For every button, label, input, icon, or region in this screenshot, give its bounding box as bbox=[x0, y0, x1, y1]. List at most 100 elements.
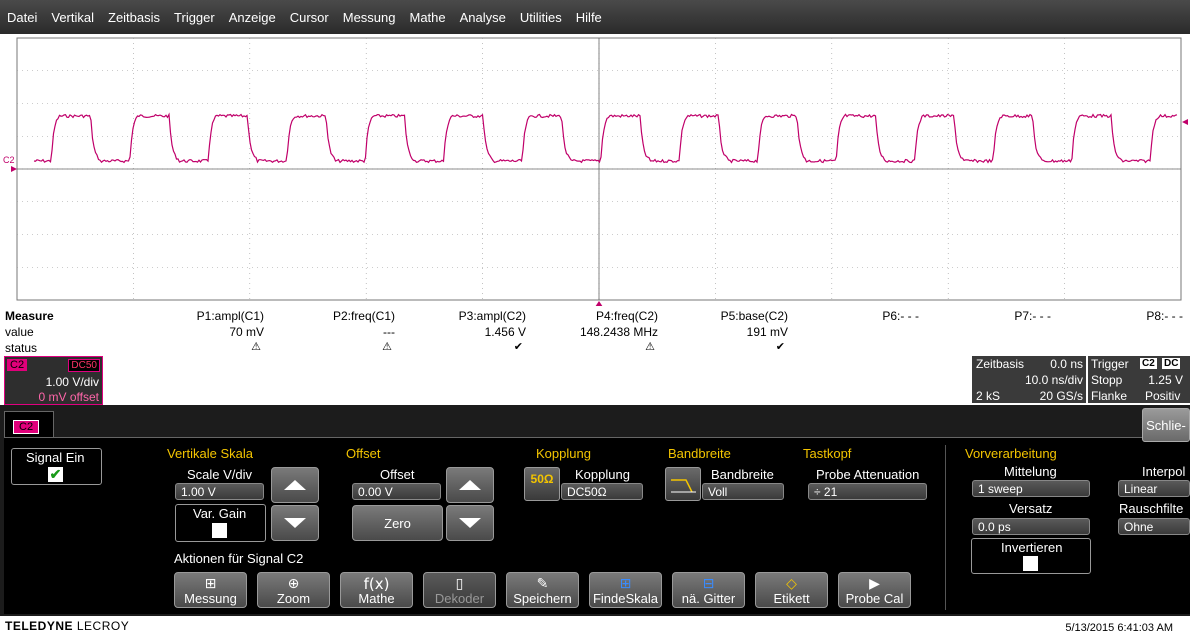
channel-c2-descriptor[interactable]: C2 DC50 1.00 V/div 0 mV offset bbox=[4, 356, 103, 405]
trigger-source: C2 bbox=[1140, 358, 1157, 369]
measure-label: Messung bbox=[184, 591, 237, 606]
arrow-up-icon bbox=[459, 480, 481, 490]
arrow-up-icon bbox=[284, 480, 306, 490]
menu-utilities[interactable]: Utilities bbox=[513, 10, 569, 25]
menu-zeitbasis[interactable]: Zeitbasis bbox=[101, 10, 167, 25]
section-divider bbox=[945, 445, 946, 610]
param-2-value: --- bbox=[383, 325, 395, 339]
zoom-button[interactable]: ⊕ Zoom bbox=[257, 572, 330, 608]
label-button[interactable]: ◇ Etikett bbox=[755, 572, 828, 608]
actions-title: Aktionen für Signal C2 bbox=[174, 551, 304, 566]
menu-analyse[interactable]: Analyse bbox=[453, 10, 513, 25]
var-gain-checkbox[interactable] bbox=[212, 523, 227, 538]
check-icon: ✔ bbox=[49, 466, 62, 482]
menu-mathe[interactable]: Mathe bbox=[402, 10, 452, 25]
offset-up-button[interactable] bbox=[446, 467, 494, 503]
save-button[interactable]: ✎ Speichern bbox=[506, 572, 579, 608]
waveform-grid[interactable] bbox=[0, 34, 1190, 306]
param-5-label[interactable]: P5:base(C2) bbox=[721, 309, 788, 323]
offset-input[interactable]: 0.00 V bbox=[352, 483, 441, 500]
menu-anzeige[interactable]: Anzeige bbox=[222, 10, 283, 25]
offset-down-button[interactable] bbox=[446, 505, 494, 541]
measure-button[interactable]: ⊞ Messung bbox=[174, 572, 247, 608]
scale-input[interactable]: 1.00 V bbox=[175, 483, 264, 500]
label-label: Etikett bbox=[773, 591, 810, 606]
trigger-descriptor[interactable]: Trigger C2 DC Stopp 1.25 V Flanke Positi… bbox=[1088, 356, 1190, 403]
brand-logo: TELEDYNE LECROY bbox=[5, 619, 129, 633]
averaging-label: Mittelung bbox=[1004, 464, 1057, 479]
signal-on-group[interactable]: Signal Ein ✔ bbox=[11, 448, 102, 485]
invert-checkbox[interactable] bbox=[1023, 556, 1038, 571]
trigger-level: 1.25 V bbox=[1148, 373, 1183, 387]
zoom-label: Zoom bbox=[276, 591, 311, 606]
timebase-rate: 20 GS/s bbox=[1039, 389, 1083, 403]
bandwidth-filter-icon[interactable] bbox=[665, 467, 701, 501]
param-1-label[interactable]: P1:ampl(C1) bbox=[197, 309, 264, 323]
menu-datei[interactable]: Datei bbox=[0, 10, 44, 25]
tab-c2[interactable]: C2 bbox=[4, 411, 54, 440]
decoder-label: Dekoder bbox=[434, 591, 485, 606]
coupling-select[interactable]: DC50Ω bbox=[561, 483, 643, 500]
zero-button[interactable]: Zero bbox=[352, 505, 443, 541]
menu-trigger[interactable]: Trigger bbox=[167, 10, 222, 25]
arrow-down-icon bbox=[459, 518, 481, 528]
param-8-label[interactable]: P8:- - - bbox=[1146, 309, 1183, 323]
channel-marker-label: C2 bbox=[3, 155, 15, 165]
menu-vertikal[interactable]: Vertikal bbox=[44, 10, 101, 25]
noise-filter-label: Rauschfilte bbox=[1119, 501, 1184, 516]
timebase-delay: 0.0 ns bbox=[1050, 357, 1083, 371]
autoscale-button[interactable]: ⊞ FindeSkala bbox=[589, 572, 662, 608]
check-icon: ✔ bbox=[513, 341, 523, 353]
interpolation-label: Interpol bbox=[1142, 464, 1186, 479]
bandwidth-label: Bandbreite bbox=[711, 467, 774, 482]
brand-name: TELEDYNE bbox=[5, 619, 74, 633]
menu-messung[interactable]: Messung bbox=[336, 10, 403, 25]
menu-hilfe[interactable]: Hilfe bbox=[569, 10, 609, 25]
value-label: value bbox=[5, 325, 34, 339]
coupling-badge: DC50 bbox=[68, 359, 100, 372]
close-button[interactable]: Schlie- bbox=[1142, 408, 1190, 442]
param-6-label[interactable]: P6:- - - bbox=[882, 309, 919, 323]
timebase-descriptor[interactable]: Zeitbasis 0.0 ns 10.0 ns/div 2 kS 20 GS/… bbox=[972, 356, 1086, 403]
probe-title: Tastkopf bbox=[803, 446, 852, 461]
offset-value: 0 mV offset bbox=[38, 390, 99, 404]
averaging-select[interactable]: 1 sweep bbox=[972, 480, 1090, 497]
channel-tag: C2 bbox=[7, 359, 28, 371]
signal-on-label: Signal Ein bbox=[26, 450, 85, 465]
param-3-label[interactable]: P3:ampl(C2) bbox=[459, 309, 526, 323]
trigger-level-marker-icon bbox=[1182, 119, 1188, 125]
param-4-label[interactable]: P4:freq(C2) bbox=[596, 309, 658, 323]
math-button[interactable]: f(x) Mathe bbox=[340, 572, 413, 608]
scale-down-button[interactable] bbox=[271, 505, 319, 541]
var-gain-group[interactable]: Var. Gain bbox=[175, 504, 266, 542]
next-grid-button[interactable]: ⊟ nä. Gitter bbox=[672, 572, 745, 608]
coupling-icon[interactable]: 50Ω bbox=[524, 467, 560, 501]
skew-input[interactable]: 0.0 ps bbox=[972, 518, 1090, 535]
scale-up-button[interactable] bbox=[271, 467, 319, 503]
trigger-title: Trigger bbox=[1091, 357, 1129, 371]
signal-on-checkbox[interactable]: ✔ bbox=[48, 466, 63, 482]
status-label: status bbox=[5, 341, 38, 355]
param-7-label[interactable]: P7:- - - bbox=[1014, 309, 1051, 323]
arrow-down-icon bbox=[284, 518, 306, 528]
menu-cursor[interactable]: Cursor bbox=[283, 10, 336, 25]
bandwidth-select[interactable]: Voll bbox=[702, 483, 784, 500]
interpolation-select[interactable]: Linear bbox=[1118, 480, 1190, 497]
timebase-samples: 2 kS bbox=[976, 389, 1001, 403]
status-warn-icon: ⚠ bbox=[251, 341, 261, 353]
invert-group[interactable]: Invertieren bbox=[971, 538, 1091, 574]
param-2-label[interactable]: P2:freq(C1) bbox=[333, 309, 395, 323]
probe-label: Probe Attenuation bbox=[816, 467, 920, 482]
measure-table: Measure value status P1:ampl(C1) 70 mV ⚠ P2… bbox=[0, 306, 1190, 356]
decoder-button[interactable]: ▯ Dekoder bbox=[423, 572, 496, 608]
timebase-title: Zeitbasis bbox=[976, 357, 1025, 371]
waveform-display[interactable]: C2 bbox=[0, 34, 1190, 306]
scale-label: Scale V/div bbox=[187, 467, 253, 482]
math-label: Mathe bbox=[358, 591, 395, 606]
check-icon: ✔ bbox=[775, 341, 785, 353]
noise-filter-select[interactable]: Ohne bbox=[1118, 518, 1190, 535]
probe-cal-button[interactable]: ▶ Probe Cal bbox=[838, 572, 911, 608]
probe-attenuation-input[interactable]: ÷ 21 bbox=[808, 483, 927, 500]
coupling-label: Kopplung bbox=[575, 467, 630, 482]
param-4-value: 148.2438 MHz bbox=[579, 325, 658, 339]
